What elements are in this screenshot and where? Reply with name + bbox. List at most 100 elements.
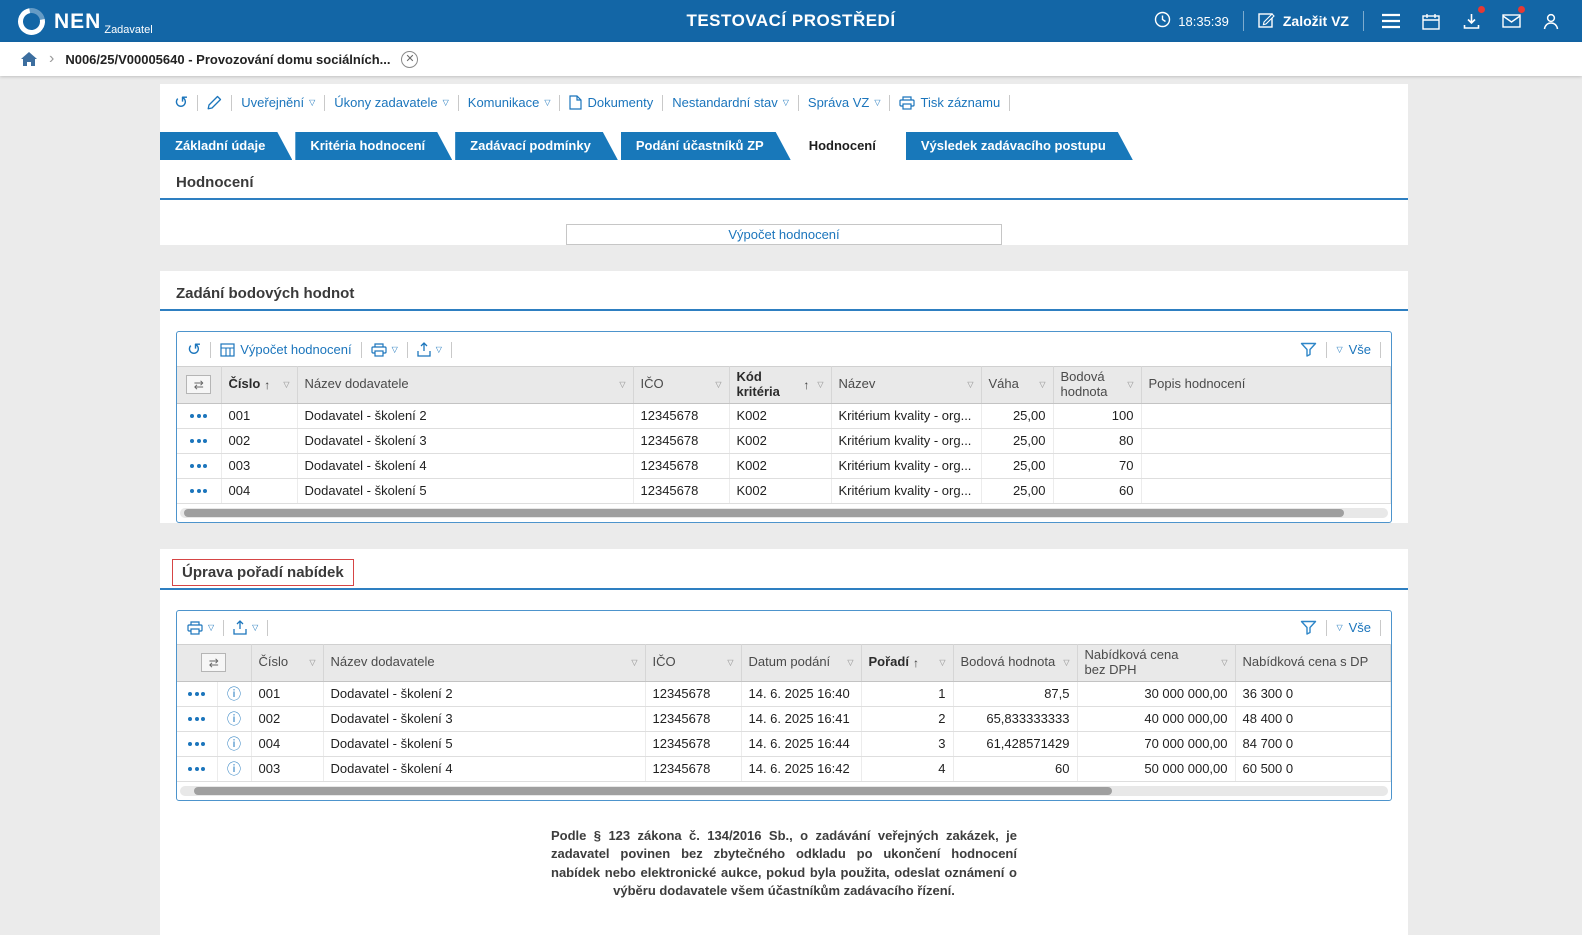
menu-uverejneni[interactable]: Uveřejnění▽: [241, 95, 315, 110]
table-header-row: ⇄ Číslo▽ Název dodavatele ▽ IČO▽ Datum po…: [177, 644, 1391, 681]
table-row[interactable]: 003 Dodavatel - školení 4 12345678 K002 …: [177, 453, 1391, 478]
filter-caret-icon[interactable]: ▽: [1221, 658, 1227, 667]
tab-vysledek[interactable]: Výsledek zadávacího postupu: [906, 132, 1133, 160]
grid-calc-icon: [220, 343, 235, 357]
filter-caret-icon[interactable]: ▽: [631, 658, 637, 667]
filter-caret-icon[interactable]: ▽: [1063, 658, 1069, 667]
scrollbar-thumb[interactable]: [194, 787, 1112, 795]
undo-icon[interactable]: ↺: [187, 341, 201, 358]
col-header-bodova-hodnota[interactable]: Bodová hodnota▽: [953, 644, 1077, 681]
row-actions-icon[interactable]: [184, 482, 214, 500]
col-header-poradi[interactable]: Pořadí↑▽: [861, 644, 953, 681]
hamburger-menu-icon[interactable]: [1378, 8, 1404, 34]
tab-zadavaci-podminky[interactable]: Zadávací podmínky: [455, 132, 618, 160]
table-row[interactable]: 002 Dodavatel - školení 3 12345678 K002 …: [177, 428, 1391, 453]
vypocet-hodnoceni-link[interactable]: Výpočet hodnocení: [220, 342, 351, 357]
cell-nazev: Kritérium kvality - org...: [831, 403, 981, 428]
tab-hodnoceni[interactable]: Hodnocení: [794, 132, 903, 160]
col-header-datum-podani[interactable]: Datum podání▽: [741, 644, 861, 681]
menu-sprava-vz[interactable]: Správa VZ▽: [808, 95, 881, 110]
col-header-bodova-hodnota[interactable]: Bodová hodnota▽: [1053, 367, 1141, 404]
row-actions-icon[interactable]: [184, 432, 214, 450]
edit-pencil-icon[interactable]: [207, 95, 222, 110]
col-header-nazev-dodavatele[interactable]: Název dodavatele▽: [297, 367, 633, 404]
user-icon[interactable]: [1538, 8, 1564, 34]
toolbar-separator: [1380, 342, 1381, 358]
menu-komunikace[interactable]: Komunikace▽: [468, 95, 551, 110]
download-icon[interactable]: [1458, 8, 1484, 34]
info-icon[interactable]: ⓘ: [225, 737, 244, 751]
share-icon: [417, 342, 431, 357]
col-header-vaha[interactable]: Váha▽: [981, 367, 1053, 404]
table-row[interactable]: ⓘ 003 Dodavatel - školení 4 12345678 14.…: [177, 756, 1391, 781]
horizontal-scrollbar[interactable]: [180, 508, 1388, 518]
col-header-cislo[interactable]: Číslo▽: [251, 644, 323, 681]
col-header-cena-bez-dph[interactable]: Nabídková cena bez DPH▽: [1077, 644, 1235, 681]
row-actions-icon[interactable]: [184, 407, 214, 425]
col-header-ico[interactable]: IČO▽: [645, 644, 741, 681]
info-icon[interactable]: ⓘ: [225, 687, 244, 701]
scrollbar-thumb[interactable]: [184, 509, 1344, 517]
filter-caret-icon[interactable]: ▽: [1039, 380, 1045, 389]
col-header-cena-s-dph[interactable]: Nabídková cena s DP: [1235, 644, 1391, 681]
print-button[interactable]: ▽: [187, 621, 214, 635]
home-icon[interactable]: [20, 51, 38, 67]
filter-caret-icon[interactable]: ▽: [817, 380, 823, 389]
table-row[interactable]: 001 Dodavatel - školení 2 12345678 K002 …: [177, 403, 1391, 428]
filter-icon[interactable]: [1300, 620, 1317, 635]
close-icon[interactable]: ✕: [401, 51, 418, 68]
table-row[interactable]: ⓘ 002 Dodavatel - školení 3 12345678 14.…: [177, 706, 1391, 731]
export-button[interactable]: ▽: [417, 342, 442, 357]
mail-icon[interactable]: [1498, 8, 1524, 34]
col-header-ico[interactable]: IČO▽: [633, 367, 729, 404]
col-header-cislo[interactable]: Číslo↑▽: [221, 367, 297, 404]
col-header-nazev[interactable]: Název▽: [831, 367, 981, 404]
column-settings-icon[interactable]: ⇄: [186, 375, 211, 394]
tab-podani-ucastniku[interactable]: Podání účastníků ZP: [621, 132, 791, 160]
filter-caret-icon[interactable]: ▽: [967, 380, 973, 389]
export-button[interactable]: ▽: [233, 620, 258, 635]
filter-caret-icon[interactable]: ▽: [309, 658, 315, 667]
tab-kriteria-hodnoceni[interactable]: Kritéria hodnocení: [295, 132, 452, 160]
nen-home-link[interactable]: NEN Zadavatel: [18, 8, 153, 35]
row-actions-icon[interactable]: [184, 685, 210, 703]
filter-icon[interactable]: [1300, 342, 1317, 357]
col-header-kod-kriteria[interactable]: Kód kritéria↑▽: [729, 367, 831, 404]
col-header-label: Název dodavatele: [331, 655, 435, 670]
table-row[interactable]: ⓘ 001 Dodavatel - školení 2 12345678 14.…: [177, 681, 1391, 706]
row-actions-icon[interactable]: [184, 760, 210, 778]
filter-caret-icon[interactable]: ▽: [727, 658, 733, 667]
menu-ukony-zadavatele[interactable]: Úkony zadavatele▽: [334, 95, 449, 110]
calendar-icon[interactable]: [1418, 8, 1444, 34]
print-button[interactable]: ▽: [371, 343, 398, 357]
cell-vaha: 25,00: [981, 428, 1053, 453]
undo-icon[interactable]: ↺: [174, 94, 188, 111]
breadcrumb-current-item[interactable]: N006/25/V00005640 - Provozování domu soc…: [65, 52, 390, 67]
filter-caret-icon[interactable]: ▽: [715, 380, 721, 389]
menu-tisk-zaznamu[interactable]: Tisk záznamu: [899, 95, 1000, 110]
filter-caret-icon[interactable]: ▽: [847, 658, 853, 667]
col-header-nazev-dodavatele[interactable]: Název dodavatele ▽: [323, 644, 645, 681]
filter-caret-icon[interactable]: ▽: [283, 380, 289, 389]
col-header-popis-hodnoceni[interactable]: Popis hodnocení: [1141, 367, 1391, 404]
info-icon[interactable]: ⓘ: [225, 712, 244, 726]
column-settings-icon[interactable]: ⇄: [201, 653, 226, 672]
table-row[interactable]: ⓘ 004 Dodavatel - školení 5 12345678 14.…: [177, 731, 1391, 756]
section-divider: [160, 198, 1408, 200]
info-icon[interactable]: ⓘ: [225, 762, 244, 776]
row-actions-icon[interactable]: [184, 457, 214, 475]
table-row[interactable]: 004 Dodavatel - školení 5 12345678 K002 …: [177, 478, 1391, 503]
row-actions-icon[interactable]: [184, 735, 210, 753]
tab-zakladni-udaje[interactable]: Základní údaje: [160, 132, 292, 160]
create-vz-button[interactable]: Založit VZ: [1258, 11, 1349, 31]
row-actions-icon[interactable]: [184, 710, 210, 728]
vypocet-hodnoceni-button[interactable]: Výpočet hodnocení: [566, 224, 1002, 245]
vse-filter-link[interactable]: ▽Vše: [1336, 620, 1371, 635]
vse-filter-link[interactable]: ▽Vše: [1336, 342, 1371, 357]
menu-nestandardni-stav[interactable]: Nestandardní stav▽: [672, 95, 789, 110]
filter-caret-icon[interactable]: ▽: [619, 380, 625, 389]
horizontal-scrollbar[interactable]: [180, 786, 1388, 796]
filter-caret-icon[interactable]: ▽: [939, 658, 945, 667]
menu-dokumenty[interactable]: Dokumenty: [569, 95, 653, 110]
filter-caret-icon[interactable]: ▽: [1127, 380, 1133, 389]
